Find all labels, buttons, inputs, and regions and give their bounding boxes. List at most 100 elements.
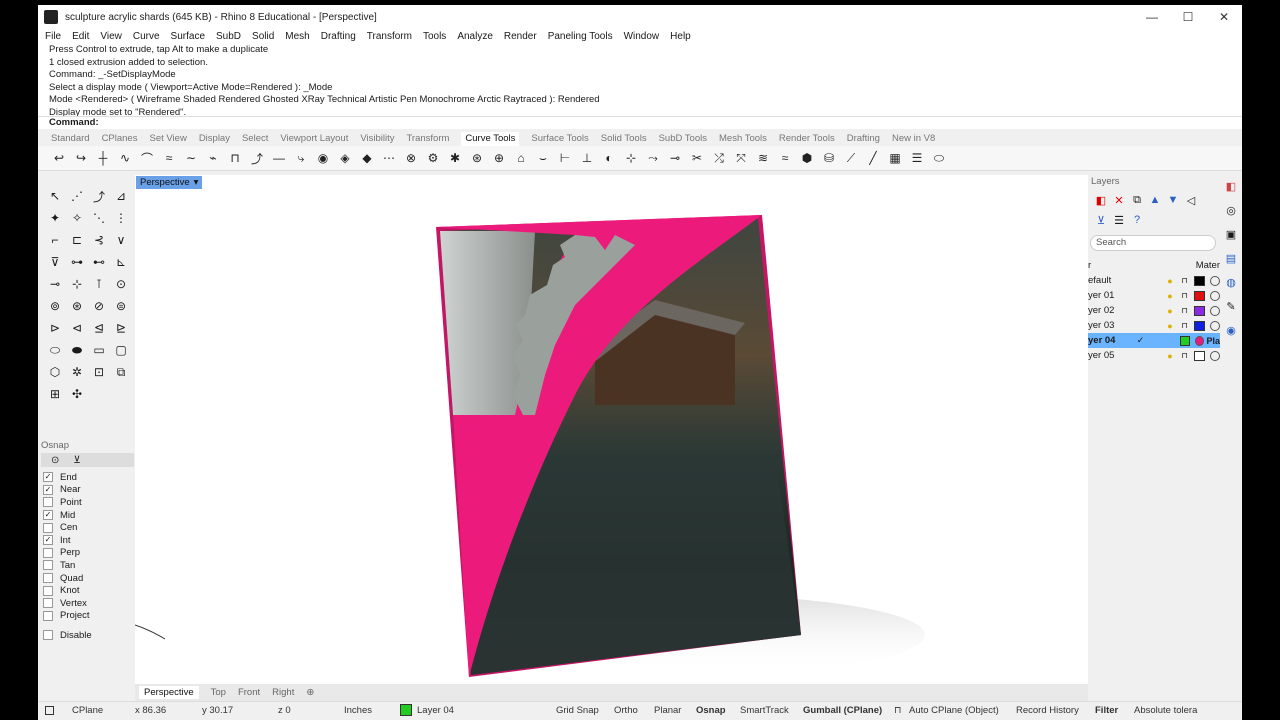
menu-paneling-tools[interactable]: Paneling Tools: [548, 31, 613, 42]
osnap-perp[interactable]: Perp: [38, 547, 134, 560]
revolve-icon[interactable]: ⊹: [622, 149, 640, 167]
chamfer-curves-icon[interactable]: ↪: [72, 149, 90, 167]
intersect-curve-icon[interactable]: ⤧: [732, 149, 750, 167]
menu-mesh[interactable]: Mesh: [285, 31, 309, 42]
checkbox-mid[interactable]: ✓: [43, 510, 53, 521]
layer-color-swatch[interactable]: [1180, 335, 1190, 346]
material-icon[interactable]: [1210, 320, 1220, 331]
curve-from-surface-icon[interactable]: ◉: [314, 149, 332, 167]
layer-filter-icon[interactable]: ⊻: [1092, 211, 1110, 229]
status-layer-swatch[interactable]: [400, 704, 412, 716]
menu-window[interactable]: Window: [624, 31, 660, 42]
menu-view[interactable]: View: [100, 31, 122, 42]
material-icon[interactable]: [1210, 290, 1220, 301]
status-cplane[interactable]: CPlane: [72, 705, 103, 716]
menu-curve[interactable]: Curve: [133, 31, 160, 42]
curve-edit-icon[interactable]: ⌐: [44, 229, 66, 251]
menu-file[interactable]: File: [45, 31, 61, 42]
layer-color-swatch[interactable]: [1194, 305, 1206, 316]
osnap-knot[interactable]: Knot: [38, 584, 134, 597]
pipe-icon[interactable]: ⊸: [666, 149, 684, 167]
extend-curve-icon[interactable]: ⤴: [248, 149, 266, 167]
ellipse-icon[interactable]: ⬭: [44, 339, 66, 361]
status-osnap[interactable]: Osnap: [696, 705, 726, 716]
tab-cplanes[interactable]: CPlanes: [102, 132, 138, 146]
interpolate-curve-icon[interactable]: ✧: [66, 207, 88, 229]
shape-fit-icon[interactable]: ⤷: [292, 149, 310, 167]
layer-row-05[interactable]: yer 05 ● ⊓: [1088, 348, 1220, 363]
capsule-icon[interactable]: ⬭: [930, 149, 948, 167]
material-icon[interactable]: [1210, 350, 1220, 361]
tab-standard[interactable]: Standard: [51, 132, 90, 146]
layer-row-01[interactable]: yer 01 ● ⊓: [1088, 288, 1220, 303]
osnap-project[interactable]: Project: [38, 610, 134, 623]
layer-row-03[interactable]: yer 03 ● ⊓: [1088, 318, 1220, 333]
layers-tab-icon[interactable]: ◧: [1222, 175, 1240, 199]
dimension-icon[interactable]: ⊞: [44, 383, 66, 405]
osnap-point[interactable]: Point: [38, 496, 134, 509]
text-object-icon[interactable]: ⊡: [88, 361, 110, 383]
list-icon[interactable]: ☰: [908, 149, 926, 167]
menu-transform[interactable]: Transform: [367, 31, 412, 42]
osnap-settings-icon[interactable]: ⊙: [51, 455, 59, 466]
hatch-icon[interactable]: ▦: [886, 149, 904, 167]
offset-surface-curve-icon[interactable]: ≋: [754, 149, 772, 167]
layer-color-swatch[interactable]: [1194, 290, 1206, 301]
checkbox-project[interactable]: [43, 610, 53, 621]
tab-curve-tools[interactable]: Curve Tools: [461, 132, 520, 146]
lightbulb-icon[interactable]: ●: [1162, 351, 1178, 361]
arc-tan-icon[interactable]: ⊴: [88, 317, 110, 339]
layer-row-default[interactable]: efault ● ⊓: [1088, 273, 1220, 288]
checkbox-end[interactable]: ✓: [43, 472, 53, 483]
osnap-int[interactable]: ✓ Int: [38, 534, 134, 547]
sweep-icon[interactable]: ⤳: [644, 149, 662, 167]
trim-curve-icon[interactable]: —: [270, 149, 288, 167]
osnap-end[interactable]: ✓ End: [38, 471, 134, 484]
curve-through-icon[interactable]: ⊹: [66, 273, 88, 295]
ellipse-center-icon[interactable]: ⬬: [66, 339, 88, 361]
osnap-filter-icon[interactable]: ⊻: [73, 455, 80, 466]
tab-right[interactable]: Right: [272, 687, 294, 698]
display-tab-icon[interactable]: ▣: [1222, 223, 1240, 247]
fillet-curves-icon[interactable]: ↩: [50, 149, 68, 167]
curvature-graph-icon[interactable]: ⊥: [578, 149, 596, 167]
rebuild-icon[interactable]: ⊏: [66, 229, 88, 251]
sun-tab-icon[interactable]: ✎: [1222, 295, 1240, 319]
lightbulb-icon[interactable]: ●: [1162, 276, 1178, 286]
transform-icon[interactable]: ✣: [66, 383, 88, 405]
control-point-curve-icon[interactable]: ✦: [44, 207, 66, 229]
status-auto-cplane[interactable]: Auto CPlane (Object): [909, 705, 999, 716]
rectangle-rounded-icon[interactable]: ▢: [110, 339, 132, 361]
simplify-curves-icon[interactable]: ⊛: [468, 149, 486, 167]
maximize-button[interactable]: ☐: [1170, 5, 1206, 29]
box-edit-icon[interactable]: ⬢: [798, 149, 816, 167]
layer-row-04-current[interactable]: yer 04 ✓ Pla: [1088, 333, 1220, 348]
menu-drafting[interactable]: Drafting: [321, 31, 356, 42]
lightbulb-icon[interactable]: ●: [1162, 321, 1178, 331]
status-tolerance[interactable]: Absolute tolera: [1134, 705, 1197, 716]
checkbox-point[interactable]: [43, 497, 53, 508]
minimize-button[interactable]: —: [1134, 5, 1170, 29]
material-icon[interactable]: [1210, 275, 1220, 286]
rectangle-icon[interactable]: ▭: [88, 339, 110, 361]
menu-surface[interactable]: Surface: [171, 31, 205, 42]
tab-set-view[interactable]: Set View: [149, 132, 186, 146]
osnap-cen[interactable]: Cen: [38, 521, 134, 534]
layer-color-swatch[interactable]: [1194, 350, 1206, 361]
circle-tan-icon[interactable]: ⊜: [110, 295, 132, 317]
lightbulb-icon[interactable]: ●: [1162, 306, 1178, 316]
osnap-disable[interactable]: Disable: [38, 629, 134, 642]
split-curve-icon[interactable]: ⤮: [710, 149, 728, 167]
explode-curves-icon[interactable]: ✱: [446, 149, 464, 167]
match-curve-icon[interactable]: ⌁: [204, 149, 222, 167]
sketch-curve-icon[interactable]: ⋱: [88, 207, 110, 229]
osnap-quad[interactable]: Quad: [38, 572, 134, 585]
layer-color-swatch[interactable]: [1194, 320, 1206, 331]
layer-search-input[interactable]: Search: [1090, 235, 1216, 251]
status-units[interactable]: Inches: [344, 705, 372, 716]
status-record-history[interactable]: Record History: [1016, 705, 1079, 716]
tab-mesh-tools[interactable]: Mesh Tools: [719, 132, 767, 146]
new-layer-icon[interactable]: ◧: [1092, 191, 1110, 209]
tab-select[interactable]: Select: [242, 132, 268, 146]
helix-icon[interactable]: ⋮: [110, 207, 132, 229]
